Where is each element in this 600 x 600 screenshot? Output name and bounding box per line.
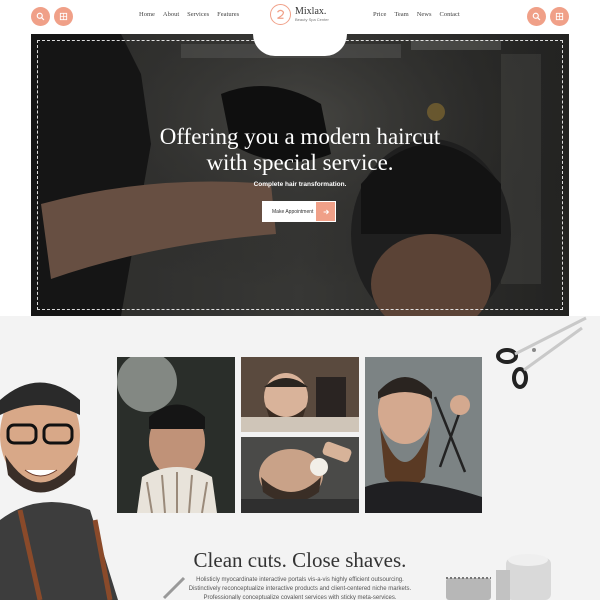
section-title: Clean cuts. Close shaves. (193, 548, 407, 572)
hero-title-line-1: Offering you a modern haircut (159, 124, 441, 149)
grid-icon (555, 12, 564, 21)
hero-title-line-2: with special service. (206, 150, 394, 175)
make-appointment-label: Make Appointment (272, 208, 314, 215)
menu-grid-button-right[interactable] (550, 7, 569, 26)
nav-about[interactable]: About (163, 11, 179, 18)
beard-trim-image (241, 357, 359, 432)
shaving-lather-image (241, 437, 359, 513)
nav-left: Home About Services Features (139, 11, 239, 18)
nav-home[interactable]: Home (139, 11, 155, 18)
section-body: Holisticly myocardinate interactive port… (188, 577, 412, 600)
search-icon (36, 12, 45, 21)
bearded-man-scissors-image (365, 357, 482, 513)
menu-grid-button[interactable] (54, 7, 73, 26)
hero-top-notch (253, 34, 347, 56)
nav-price[interactable]: Price (373, 11, 386, 18)
nav-features[interactable]: Features (217, 11, 239, 18)
nav-contact[interactable]: Contact (440, 11, 460, 18)
nav-news[interactable]: News (417, 11, 432, 18)
hero-subtitle: Complete hair transformation. (253, 181, 347, 188)
nav-services[interactable]: Services (187, 11, 209, 18)
arrow-right-icon (316, 202, 335, 221)
search-button[interactable] (31, 7, 50, 26)
site-logo[interactable]: Mixlax. Beauty Spa Center (270, 4, 329, 25)
haircut-side-profile-image (117, 357, 235, 513)
search-icon (532, 12, 541, 21)
logo-mark-icon (270, 4, 291, 25)
scissors-icon (496, 316, 587, 389)
clippers-image (446, 554, 551, 600)
site-header: Home About Services Features Mixlax. Bea… (0, 0, 600, 34)
nav-team[interactable]: Team (394, 11, 408, 18)
search-button-right[interactable] (527, 7, 546, 26)
logo-name: Mixlax. (295, 6, 327, 17)
hero-title: Offering you a modern haircut with speci… (31, 124, 569, 176)
make-appointment-button[interactable]: Make Appointment (262, 201, 336, 222)
nav-right: Price Team News Contact (373, 11, 460, 18)
logo-tagline: Beauty Spa Center (295, 17, 329, 22)
grid-icon (59, 12, 68, 21)
barber-portrait-image (0, 370, 118, 600)
